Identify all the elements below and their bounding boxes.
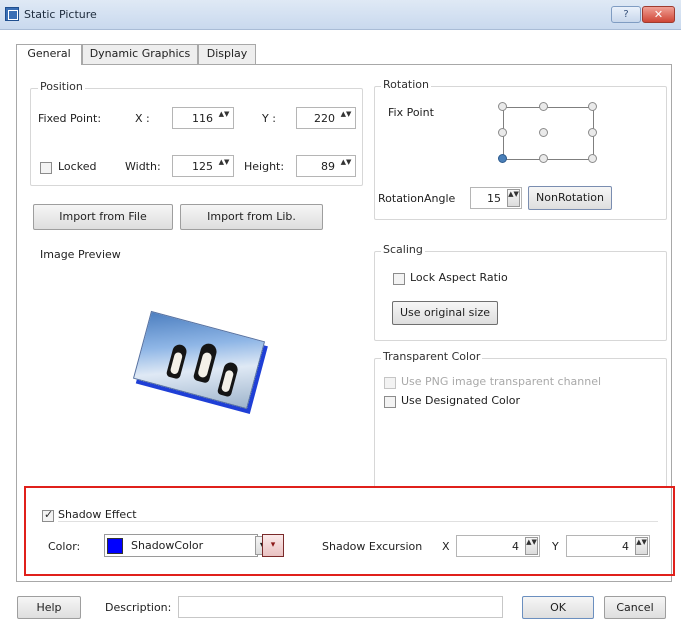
x-spin-input[interactable]: 116 ▲▼	[172, 107, 234, 129]
scaling-group	[374, 251, 667, 341]
locked-label: Locked	[58, 160, 97, 173]
title-bar: Static Picture ? ✕	[0, 0, 681, 30]
x-spin-arrows-icon[interactable]: ▲▼	[218, 111, 230, 125]
y-spin-input[interactable]: 220 ▲▼	[296, 107, 356, 129]
height-label: Height:	[244, 160, 285, 173]
shadow-x-spin-arrows-icon[interactable]: ▲▼	[525, 537, 538, 555]
penguin-figure	[192, 341, 219, 384]
scaling-group-label: Scaling	[381, 243, 425, 256]
rotation-angle-spin-input[interactable]: 15 ▲▼	[470, 187, 522, 209]
shadow-y-spin-input[interactable]: 4 ▲▼	[566, 535, 650, 557]
fix-point-label: Fix Point	[388, 106, 434, 119]
rotation-angle-value: 15	[487, 192, 501, 205]
width-label: Width:	[125, 160, 161, 173]
position-group-label: Position	[38, 80, 85, 93]
window-close-button[interactable]: ✕	[642, 6, 675, 23]
fixed-point-label: Fixed Point:	[38, 112, 102, 125]
shadow-excursion-label: Shadow Excursion	[322, 540, 423, 553]
png-transparent-channel-checkbox[interactable]	[384, 377, 396, 389]
width-value: 125	[192, 160, 213, 173]
image-preview-label: Image Preview	[40, 248, 121, 261]
x-label: X :	[135, 112, 150, 125]
color-picker-button[interactable]: ▾	[262, 534, 284, 557]
description-input[interactable]	[178, 596, 503, 618]
fix-point-frame	[503, 159, 594, 160]
shadow-effect-label: Shadow Effect	[58, 508, 137, 521]
non-rotation-button[interactable]: NonRotation	[528, 186, 612, 210]
rotation-angle-label: RotationAngle	[378, 192, 456, 205]
lock-aspect-ratio-checkbox[interactable]	[393, 273, 405, 285]
height-value: 89	[321, 160, 335, 173]
width-spin-input[interactable]: 125 ▲▼	[172, 155, 234, 177]
shadow-x-label: X	[442, 540, 450, 553]
fix-point-middle-right[interactable]	[588, 128, 597, 137]
fix-point-bottom-center[interactable]	[539, 154, 548, 163]
fix-point-top-left[interactable]	[498, 102, 507, 111]
designated-color-checkbox[interactable]	[384, 396, 396, 408]
cancel-button[interactable]: Cancel	[604, 596, 666, 619]
designated-color-label: Use Designated Color	[401, 394, 521, 407]
import-from-lib-button[interactable]: Import from Lib.	[180, 204, 323, 230]
ok-button[interactable]: OK	[522, 596, 594, 619]
width-spin-arrows-icon[interactable]: ▲▼	[218, 159, 230, 173]
tab-general[interactable]: General	[16, 44, 82, 65]
shadow-color-swatch	[107, 538, 123, 554]
fix-point-bottom-left[interactable]	[498, 154, 507, 163]
shadow-y-value: 4	[622, 540, 629, 553]
rotation-angle-spin-arrows-icon[interactable]: ▲▼	[507, 189, 520, 207]
tab-display[interactable]: Display	[198, 44, 256, 64]
shadow-divider	[58, 521, 658, 522]
x-value: 116	[192, 112, 213, 125]
help-button[interactable]: Help	[17, 596, 81, 619]
rotation-group-label: Rotation	[381, 78, 432, 91]
tab-dynamic-graphics[interactable]: Dynamic Graphics	[82, 44, 198, 64]
fix-point-bottom-right[interactable]	[588, 154, 597, 163]
shadow-x-value: 4	[512, 540, 519, 553]
y-spin-arrows-icon[interactable]: ▲▼	[340, 111, 352, 125]
fix-point-middle-left[interactable]	[498, 128, 507, 137]
shadow-color-label: Color:	[48, 540, 81, 553]
fix-point-top-center[interactable]	[539, 102, 548, 111]
shadow-color-name: ShadowColor	[131, 539, 204, 552]
window-title: Static Picture	[24, 8, 97, 21]
penguin-figure	[165, 343, 189, 380]
shadow-x-spin-input[interactable]: 4 ▲▼	[456, 535, 540, 557]
png-transparent-channel-label: Use PNG image transparent channel	[401, 375, 602, 388]
height-spin-arrows-icon[interactable]: ▲▼	[340, 159, 352, 173]
shadow-y-spin-arrows-icon[interactable]: ▲▼	[635, 537, 648, 555]
use-original-size-button[interactable]: Use original size	[392, 301, 498, 325]
locked-checkbox[interactable]	[40, 162, 52, 174]
fix-point-top-right[interactable]	[588, 102, 597, 111]
penguin-figure	[216, 360, 240, 398]
shadow-effect-checkbox[interactable]	[42, 508, 54, 522]
app-icon	[5, 7, 19, 21]
fix-point-frame	[503, 107, 594, 108]
shadow-effect-highlight	[24, 486, 675, 576]
height-spin-input[interactable]: 89 ▲▼	[296, 155, 356, 177]
transparent-color-group-label: Transparent Color	[381, 350, 483, 363]
window-help-button[interactable]: ?	[611, 6, 641, 23]
lock-aspect-ratio-label: Lock Aspect Ratio	[410, 271, 508, 284]
import-from-file-button[interactable]: Import from File	[33, 204, 173, 230]
y-label: Y :	[262, 112, 276, 125]
y-value: 220	[314, 112, 335, 125]
shadow-y-label: Y	[552, 540, 559, 553]
fix-point-center[interactable]	[539, 128, 548, 137]
description-label: Description:	[105, 601, 172, 614]
